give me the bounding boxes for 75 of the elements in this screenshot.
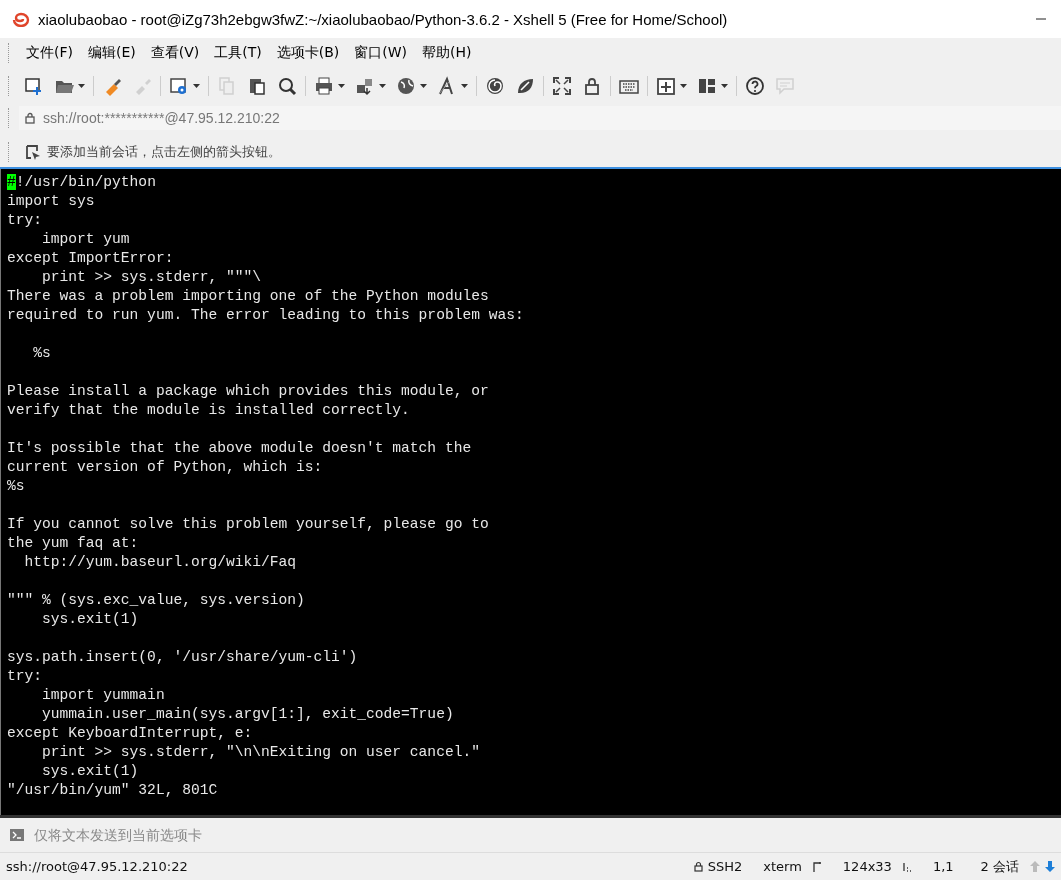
status-address: ssh://root@47.95.12.210:22 bbox=[6, 859, 188, 874]
terminal-line: yummain.user_main(sys.argv[1:], exit_code=True) bbox=[41, 706, 454, 722]
terminal-line: If you cannot solve this problem yourself, please go to bbox=[7, 516, 489, 532]
globe-icon[interactable] bbox=[396, 76, 416, 96]
menu-item[interactable]: 文件(F) bbox=[26, 44, 73, 62]
address-field[interactable]: ssh://root:***********@47.95.12.210:22 bbox=[19, 106, 1061, 130]
terminal-line: import yum bbox=[41, 231, 130, 247]
terminal-type-label: xterm bbox=[763, 859, 802, 874]
terminal-line: %s bbox=[7, 478, 25, 494]
terminal-line: It's possible that the above module doesn't match the bbox=[7, 440, 472, 456]
terminal-line: """ % (sys.exc_value, sys.version) bbox=[7, 592, 305, 608]
menu-item[interactable]: 选项卡(B) bbox=[276, 44, 340, 62]
terminal-line: %s bbox=[32, 345, 51, 361]
menu-item[interactable]: 工具(T) bbox=[214, 44, 262, 62]
terminal-panel[interactable] bbox=[0, 169, 1061, 815]
protocol-label: SSH2 bbox=[707, 859, 743, 874]
session-count: 2 会话 bbox=[980, 857, 1019, 876]
terminal-line: sys.exit(1) bbox=[41, 611, 139, 627]
terminal-line: #!/usr/bin/python bbox=[7, 174, 156, 190]
terminal-line: print >> sys.stderr, "\n\nExiting on user cancel." bbox=[41, 744, 480, 760]
caret-icon[interactable] bbox=[680, 84, 687, 88]
terminal-line: required to run yum. The error leading to this problem was: bbox=[7, 307, 524, 323]
caret-icon[interactable] bbox=[379, 84, 386, 88]
terminal-line: try: bbox=[7, 668, 43, 684]
menu-item[interactable]: 窗口(W) bbox=[354, 44, 408, 62]
help-icon[interactable] bbox=[745, 76, 765, 96]
transfer-icon[interactable] bbox=[355, 76, 375, 96]
lock-icon bbox=[25, 112, 35, 124]
terminal-line: try: bbox=[7, 212, 43, 228]
terminal-line: There was a problem importing one of the Python modules bbox=[7, 288, 489, 304]
terminal-line: http://yum.baseurl.org/wiki/Faq bbox=[23, 554, 296, 570]
terminal-line: import sys bbox=[7, 193, 95, 209]
terminal-line: except KeyboardInterrupt, e: bbox=[7, 725, 253, 741]
down-arrow-icon[interactable] bbox=[1045, 861, 1055, 872]
new-window-icon[interactable] bbox=[24, 76, 44, 96]
terminal-line: verify that the module is installed correctly. bbox=[7, 402, 410, 418]
printer-icon[interactable] bbox=[314, 76, 334, 96]
terminal-line: print >> sys.stderr, """\ bbox=[41, 269, 261, 285]
clipboard-icon[interactable] bbox=[247, 76, 267, 96]
caret-icon[interactable] bbox=[721, 84, 728, 88]
terminal-line: current version of Python, which is: bbox=[7, 459, 323, 475]
caret-icon[interactable] bbox=[461, 84, 468, 88]
search-icon[interactable] bbox=[277, 76, 297, 96]
caret-icon[interactable] bbox=[193, 84, 200, 88]
menu-item[interactable]: 编辑(E) bbox=[88, 44, 136, 62]
menu-item[interactable]: 查看(V) bbox=[150, 44, 200, 62]
add-session-arrow-icon[interactable] bbox=[25, 144, 41, 160]
terminal-line: Please install a package which provides this module, or bbox=[7, 383, 489, 399]
terminal-line: import yummain bbox=[41, 687, 165, 703]
leaf-icon[interactable] bbox=[515, 76, 535, 96]
fullscreen-icon[interactable] bbox=[552, 76, 572, 96]
lock-icon bbox=[693, 861, 703, 872]
caret-icon[interactable] bbox=[78, 84, 85, 88]
terminal-line: the yum faq at: bbox=[7, 535, 139, 551]
cursor-position-label: 1,1 bbox=[932, 859, 954, 874]
add-icon[interactable] bbox=[656, 76, 676, 96]
layout-icon[interactable] bbox=[697, 76, 717, 96]
caret-icon[interactable] bbox=[338, 84, 345, 88]
terminal-icon bbox=[10, 829, 24, 841]
app-logo-icon bbox=[12, 11, 30, 27]
lock-icon[interactable] bbox=[582, 76, 602, 96]
menu-item[interactable]: 帮助(H) bbox=[422, 44, 472, 62]
window-title: xiaolubaobao - root@iZg73h2ebgw3fwZ:~/xiaolubaobao/Python-3.6.2 - Xshell 5 (Free for Home/School) bbox=[38, 10, 728, 28]
terminal-line: sys.path.insert(0, '/usr/share/yum-cli') bbox=[7, 649, 358, 665]
size-label: 124x33 bbox=[842, 859, 892, 874]
size-icon bbox=[812, 861, 822, 872]
gear-document-icon[interactable] bbox=[169, 76, 189, 96]
terminal-line: sys.exit(1) bbox=[41, 763, 139, 779]
terminal-line: "/usr/bin/yum" 32L, 801C bbox=[7, 782, 218, 798]
caret-icon[interactable] bbox=[420, 84, 427, 88]
spiral-icon[interactable] bbox=[485, 76, 505, 96]
terminal-line: except ImportError: bbox=[7, 250, 174, 266]
compose-field[interactable]: 仅将文本发送到当前选项卡 bbox=[32, 821, 1061, 849]
cursor-position-icon bbox=[902, 861, 912, 872]
hint-text: 要添加当前会话，点击左侧的箭头按钮。 bbox=[47, 143, 281, 161]
